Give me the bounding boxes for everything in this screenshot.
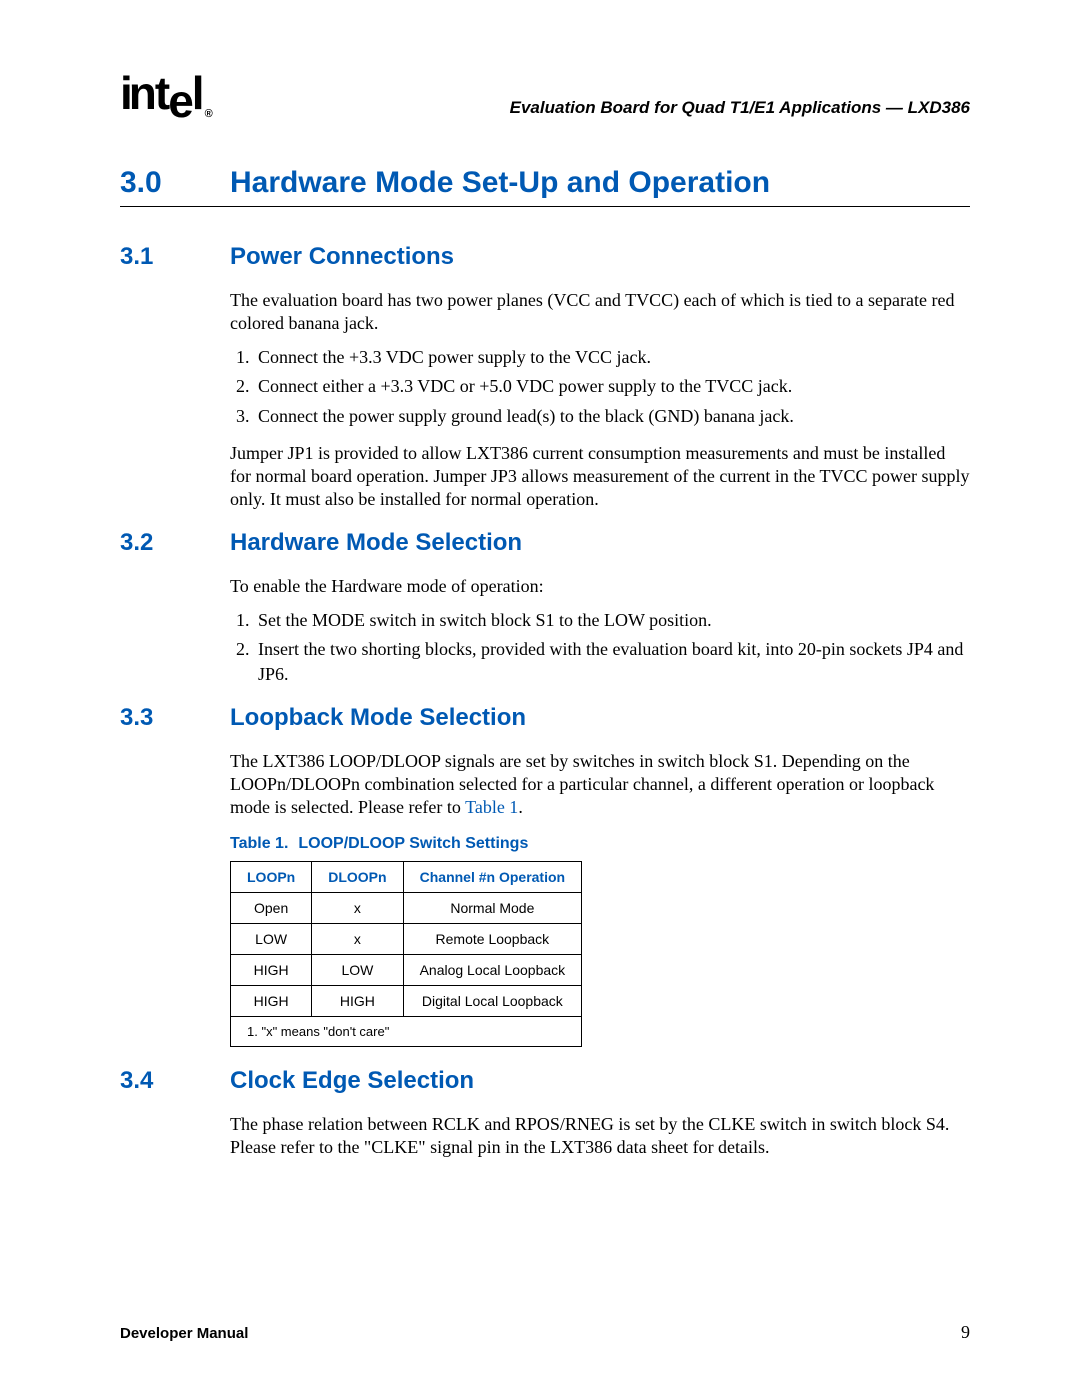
intel-logo: intel®: [120, 70, 209, 122]
doc-label: Evaluation Board for Quad T1/E1 Applicat…: [510, 98, 970, 122]
list-item: Connect the power supply ground lead(s) …: [254, 404, 970, 428]
heading-1-number: 3.0: [120, 166, 230, 200]
paragraph: Jumper JP1 is provided to allow LXT386 c…: [230, 442, 970, 511]
text-run: The LXT386 LOOP/DLOOP signals are set by…: [230, 751, 934, 817]
table-cell: x: [312, 893, 403, 924]
heading-2-number: 3.1: [120, 243, 230, 271]
table-cell: LOW: [231, 924, 312, 955]
table-row: LOW x Remote Loopback: [231, 924, 582, 955]
section-body: The phase relation between RCLK and RPOS…: [230, 1113, 970, 1159]
table-row: HIGH HIGH Digital Local Loopback: [231, 986, 582, 1017]
heading-2: 3.2 Hardware Mode Selection: [120, 529, 970, 557]
table-row: HIGH LOW Analog Local Loopback: [231, 955, 582, 986]
table-header-cell: DLOOPn: [312, 862, 403, 893]
heading-1-title: Hardware Mode Set-Up and Operation: [230, 166, 770, 200]
list-item: Set the MODE switch in switch block S1 t…: [254, 608, 970, 632]
paragraph: The evaluation board has two power plane…: [230, 289, 970, 335]
table-cell: Normal Mode: [403, 893, 582, 924]
heading-2-number: 3.2: [120, 529, 230, 557]
page: intel® Evaluation Board for Quad T1/E1 A…: [0, 0, 1080, 1397]
heading-2-title: Loopback Mode Selection: [230, 704, 526, 732]
page-number: 9: [961, 1322, 970, 1343]
table-row: Open x Normal Mode: [231, 893, 582, 924]
list-item: Insert the two shorting blocks, provided…: [254, 637, 970, 686]
ordered-list: Connect the +3.3 VDC power supply to the…: [230, 345, 970, 428]
table-cell: Digital Local Loopback: [403, 986, 582, 1017]
heading-2: 3.4 Clock Edge Selection: [120, 1067, 970, 1095]
table-header-cell: LOOPn: [231, 862, 312, 893]
table-cell: Remote Loopback: [403, 924, 582, 955]
header: intel® Evaluation Board for Quad T1/E1 A…: [120, 70, 970, 122]
table-cell: x: [312, 924, 403, 955]
table-footnote-row: 1. "x" means "don't care": [231, 1017, 582, 1047]
table-cell: Analog Local Loopback: [403, 955, 582, 986]
table-header-row: LOOPn DLOOPn Channel #n Operation: [231, 862, 582, 893]
footer: Developer Manual 9: [120, 1322, 970, 1343]
heading-2-number: 3.4: [120, 1067, 230, 1095]
heading-1: 3.0 Hardware Mode Set-Up and Operation: [120, 166, 970, 207]
table-cell: LOW: [312, 955, 403, 986]
loop-dloop-table: LOOPn DLOOPn Channel #n Operation Open x…: [230, 861, 582, 1047]
text-run: .: [518, 797, 523, 817]
section-body: The evaluation board has two power plane…: [230, 289, 970, 511]
table-caption-number: Table 1.: [230, 835, 288, 852]
list-item: Connect either a +3.3 VDC or +5.0 VDC po…: [254, 374, 970, 398]
table-header-cell: Channel #n Operation: [403, 862, 582, 893]
heading-2-title: Power Connections: [230, 243, 454, 271]
paragraph: The phase relation between RCLK and RPOS…: [230, 1113, 970, 1159]
table-cell: Open: [231, 893, 312, 924]
paragraph: To enable the Hardware mode of operation…: [230, 575, 970, 598]
section-body: The LXT386 LOOP/DLOOP signals are set by…: [230, 750, 970, 1047]
table-cell: HIGH: [231, 955, 312, 986]
table-cell: HIGH: [312, 986, 403, 1017]
table-footnote: 1. "x" means "don't care": [231, 1017, 582, 1047]
heading-2-title: Clock Edge Selection: [230, 1067, 474, 1095]
footer-label: Developer Manual: [120, 1325, 248, 1342]
ordered-list: Set the MODE switch in switch block S1 t…: [230, 608, 970, 686]
table-reference-link[interactable]: Table 1: [465, 797, 518, 817]
heading-2: 3.3 Loopback Mode Selection: [120, 704, 970, 732]
heading-2: 3.1 Power Connections: [120, 243, 970, 271]
list-item: Connect the +3.3 VDC power supply to the…: [254, 345, 970, 369]
heading-2-number: 3.3: [120, 704, 230, 732]
paragraph: The LXT386 LOOP/DLOOP signals are set by…: [230, 750, 970, 819]
section-body: To enable the Hardware mode of operation…: [230, 575, 970, 686]
table-caption-title: LOOP/DLOOP Switch Settings: [298, 835, 528, 852]
table-cell: HIGH: [231, 986, 312, 1017]
heading-2-title: Hardware Mode Selection: [230, 529, 522, 557]
table-caption: Table 1. LOOP/DLOOP Switch Settings: [230, 835, 970, 853]
